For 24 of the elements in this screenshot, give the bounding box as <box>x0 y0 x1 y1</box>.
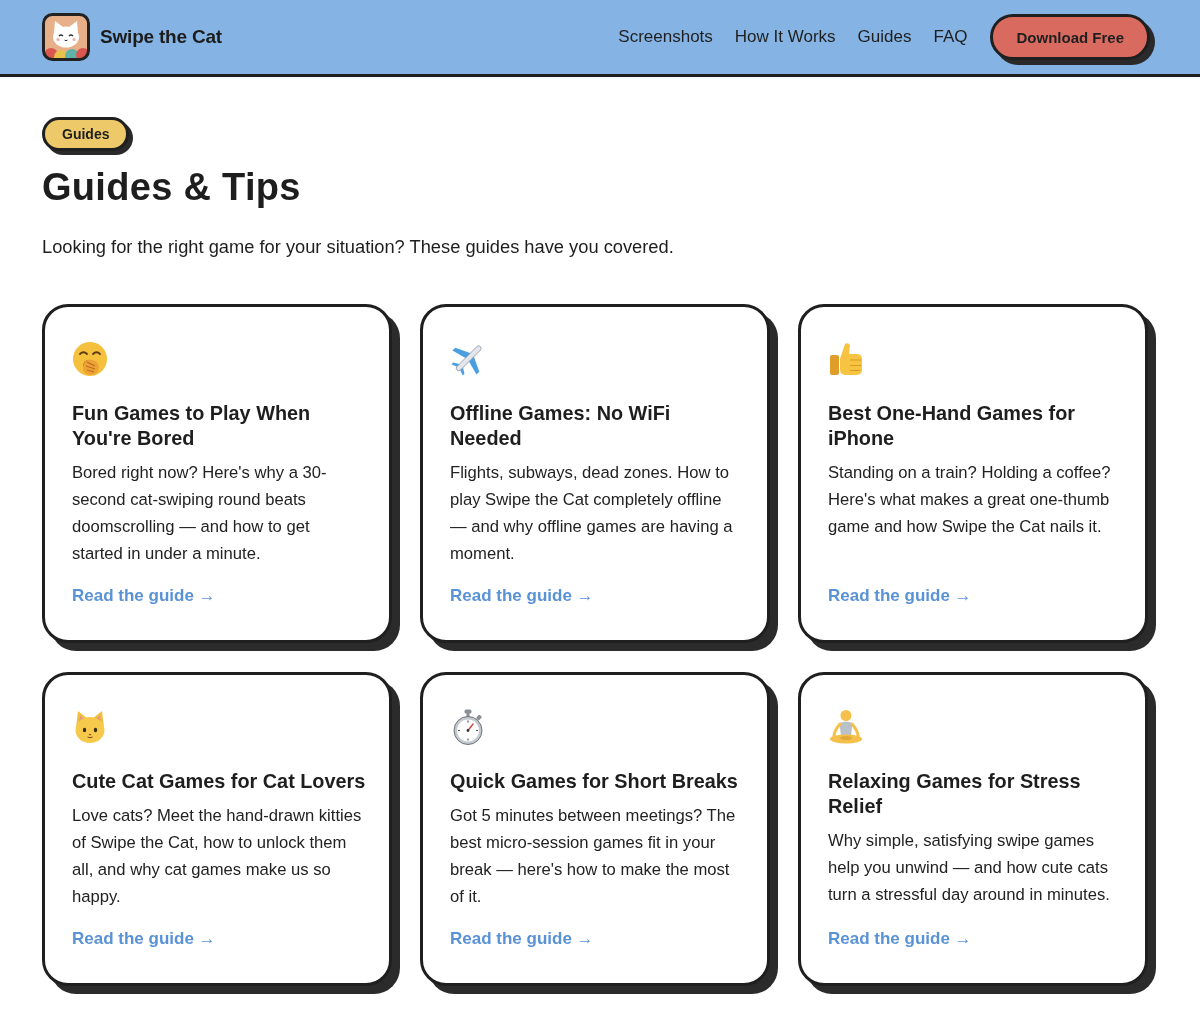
guide-title: Relaxing Games for Stress Relief <box>828 769 1082 819</box>
page-intro: Looking for the right game for your situation? These guides have you covered. <box>42 235 675 259</box>
guide-title: Best One-Hand Games for iPhone <box>828 401 1076 451</box>
guide-description: Bored right now? Here's why a 30-second cat-swiping round beats doomscrolling — and how to get started in under a minute. <box>72 462 328 565</box>
stopwatch-icon <box>450 709 486 745</box>
guide-description: Got 5 minutes between meetings? The best micro-session games fit in your break — here's how to make the most of it. <box>450 805 737 908</box>
meditating-person-icon <box>828 709 864 745</box>
guide-title: Quick Games for Short Breaks <box>450 769 739 794</box>
home-link[interactable]: Swipe the Cat <box>42 13 222 61</box>
nav-link[interactable]: Screenshots <box>618 27 713 47</box>
thumbs-up-icon <box>828 341 864 377</box>
guide-title: Cute Cat Games for Cat Lovers <box>72 769 367 794</box>
cat-logo-icon <box>42 13 90 61</box>
guide-description: Flights, subways, dead zones. How to play Swipe the Cat completely offline — and why offline games are having a moment. <box>450 462 734 565</box>
guide-description: Standing on a train? Holding a coffee? Here's what makes a great one-thumb game and how Swipe the Cat nails it. <box>828 462 1112 538</box>
yawning-face-icon <box>72 341 108 377</box>
guide-title: Offline Games: No WiFi Needed <box>450 401 672 451</box>
guide-title: Fun Games to Play When You're Bored <box>72 401 312 451</box>
nav-link[interactable]: How It Works <box>734 27 836 47</box>
page-title: Guides & Tips <box>42 165 302 210</box>
nav-link[interactable]: FAQ <box>933 27 968 47</box>
guide-description: Love cats? Meet the hand-drawn kitties of Swipe the Cat, how to unlock them all, and why cat games make us so happy. <box>72 805 363 908</box>
guide-description: Why simple, satisfying swipe games help you unwind — and how cute cats turn a stressful day around in minutes. <box>828 830 1111 906</box>
nav-link[interactable]: Guides <box>857 27 912 47</box>
